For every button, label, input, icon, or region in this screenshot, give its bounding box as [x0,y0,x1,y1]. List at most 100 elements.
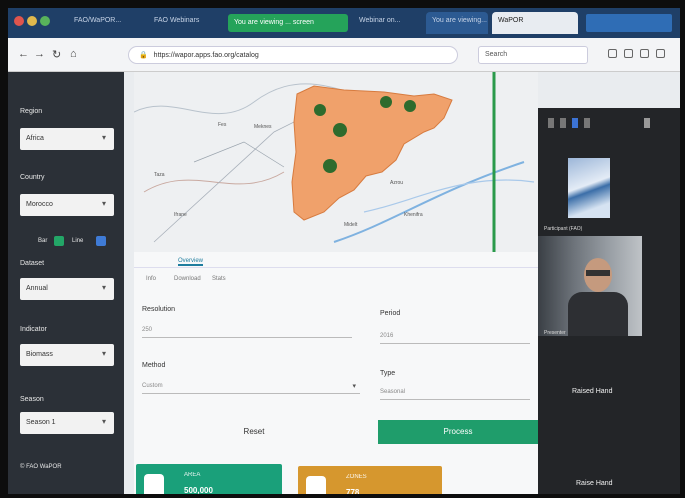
grid-view-icon[interactable] [548,118,554,128]
chevron-down-icon: ▾ [101,133,106,142]
raised-hand-label[interactable]: Raised Hand [572,388,612,395]
speaker-view-icon[interactable] [560,118,566,128]
raise-hand-button[interactable]: Raise Hand [576,480,613,487]
map-road [143,171,285,193]
subtab-info[interactable]: Info [146,276,156,282]
process-button[interactable]: Process [378,420,538,444]
tab-5-active[interactable]: WaPOR [492,12,578,34]
content-panel: Overview Info Download Stats Resolution … [134,252,538,494]
area-card-value: 500,000 [184,486,213,494]
toggle1-label: Bar [38,238,48,244]
minimize-window-icon[interactable] [27,16,37,26]
map-label: Midelt [344,222,358,228]
zones-card-value: 778 [346,488,360,494]
reset-button[interactable]: Reset [224,420,284,444]
toggle2-label: Line [72,238,84,244]
participant-thumbnail[interactable] [568,158,610,218]
season-select[interactable]: Season 1 ▾ [20,412,114,434]
bookmark-icon[interactable] [608,49,617,58]
chevron-down-icon: ▾ [352,383,356,390]
device-icon [306,476,326,494]
indicator-value: Biomass [26,351,53,358]
map-view[interactable]: Fes Meknes Taza Ifrane Azrou Khenifra Mi… [134,72,538,252]
back-icon[interactable]: ← [18,48,29,60]
sidebar: Region Africa ▾ Country Morocco ▾ Bar Li… [8,72,124,494]
address-text: https://wapor.apps.fao.org/catalog [153,52,259,59]
device-icon [144,474,164,494]
map-road [193,141,285,168]
map-label: Meknes [254,124,272,130]
maximize-window-icon[interactable] [40,16,50,26]
tab-overview[interactable]: Overview [178,258,204,266]
type-field[interactable]: Seasonal [380,386,530,400]
glasses-icon [586,270,610,276]
toggle-1[interactable] [54,236,64,246]
type-label: Type [380,370,396,377]
sidebar-footer: © FAO WaPOR [20,464,62,470]
subtab-download[interactable]: Download [174,276,201,282]
video-call-panel: Participant (FAO) Presenter Raised Hand … [538,108,680,494]
marker-pin-icon[interactable] [333,123,347,137]
menu-icon[interactable] [656,49,665,58]
method-select[interactable]: Custom ▾ [142,380,360,394]
extensions-icon[interactable] [640,49,649,58]
chevron-down-icon: ▾ [101,349,106,358]
country-value: Morocco [26,201,53,208]
tab-1[interactable]: FAO/WaPOR... [68,12,140,34]
close-window-icon[interactable] [14,16,24,26]
participant2-name: Presenter [544,330,566,336]
map-label: Khenifra [404,212,423,218]
zoom-controls-bar[interactable] [586,14,672,32]
subtab-stats[interactable]: Stats [212,276,226,282]
tab-2[interactable]: FAO Webinars [148,12,220,34]
country-select[interactable]: Morocco ▾ [20,194,114,216]
marker-pin-icon[interactable] [314,104,326,116]
zones-card: ZONES 778 [298,466,442,494]
forward-icon[interactable]: → [34,48,45,60]
search-box[interactable]: Search [478,46,588,64]
season-value: Season 1 [26,419,56,426]
chevron-down-icon: ▾ [101,199,106,208]
toggle-2[interactable] [96,236,106,246]
marker-pin-icon[interactable] [323,159,337,173]
country-label: Country [20,174,45,181]
panel-tabs: Overview [134,254,538,268]
panel-menu-icon[interactable] [584,118,590,128]
reload-icon[interactable]: ↻ [52,48,61,61]
share-banner: You are viewing ... screen [228,14,348,32]
chevron-down-icon: ▾ [101,417,106,426]
home-icon[interactable]: ⌂ [70,48,77,60]
period-field[interactable]: 2016 [380,330,530,344]
downloads-icon[interactable] [624,49,633,58]
browser-toolbar: ← → ↻ ⌂ 🔒 https://wapor.apps.fao.org/cat… [8,38,680,72]
region-value: Africa [26,135,44,142]
lock-icon: 🔒 [139,52,148,59]
method-label: Method [142,362,166,369]
browser-tab-strip: FAO/WaPOR... FAO Webinars You are viewin… [8,8,680,38]
presenter-body [568,292,628,336]
marker-pin-icon[interactable] [404,100,416,112]
presenter-video[interactable] [538,236,642,336]
method-value: Custom [142,383,163,389]
tab-3[interactable]: Webinar on... [353,12,423,34]
address-bar[interactable]: 🔒 https://wapor.apps.fao.org/catalog [128,46,458,64]
map-label: Azrou [390,180,404,186]
marker-pin-icon[interactable] [380,96,392,108]
dataset-select[interactable]: Annual ▾ [20,278,114,300]
resolution-field[interactable]: 250 [142,324,352,338]
season-label: Season [20,396,44,403]
screen: FAO/WaPOR... FAO Webinars You are viewin… [8,8,680,494]
tab-4[interactable]: You are viewing... [426,12,488,34]
active-view-icon[interactable] [572,118,578,128]
map-label: Taza [154,172,165,178]
resolution-label: Resolution [142,306,176,313]
close-panel-icon[interactable] [644,118,650,128]
period-label: Period [380,310,401,317]
map-svg [134,72,535,252]
indicator-select[interactable]: Biomass ▾ [20,344,114,366]
dataset-label: Dataset [20,260,45,267]
region-label: Region [20,108,43,115]
region-select[interactable]: Africa ▾ [20,128,114,150]
area-card: AREA 500,000 [136,464,282,494]
dataset-value: Annual [26,285,48,292]
